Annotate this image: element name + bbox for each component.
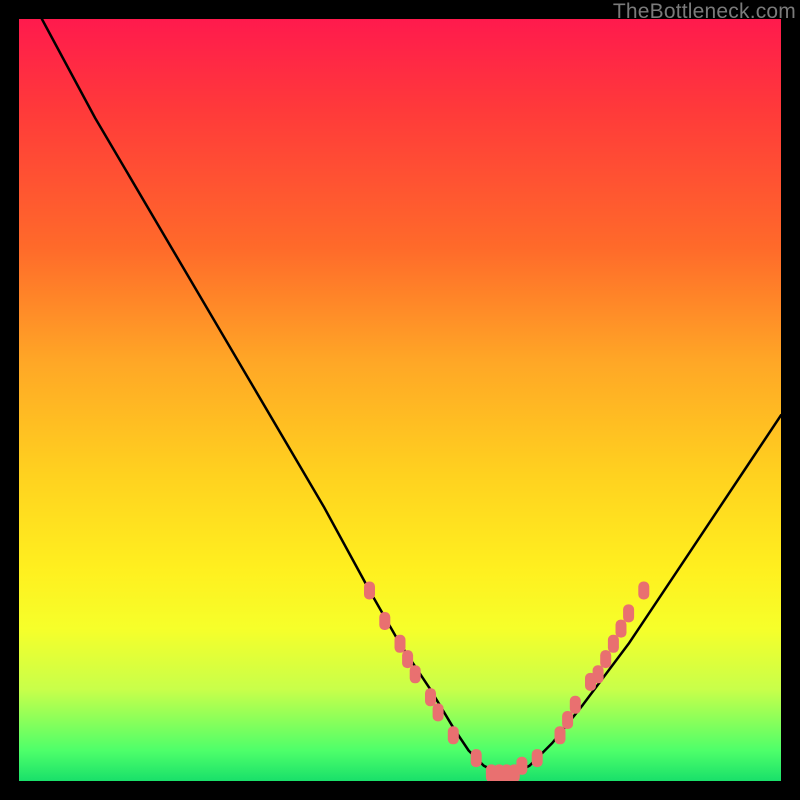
marker-point: [448, 726, 459, 744]
marker-point: [402, 650, 413, 668]
marker-point: [410, 665, 421, 683]
marker-point: [516, 757, 527, 775]
marker-point: [616, 620, 627, 638]
marker-point: [471, 749, 482, 767]
marker-point: [623, 604, 634, 622]
marker-point: [425, 688, 436, 706]
marker-point: [608, 635, 619, 653]
watermark-text: TheBottleneck.com: [613, 0, 796, 24]
marker-point: [555, 726, 566, 744]
marker-point: [532, 749, 543, 767]
plot-area: [19, 19, 781, 781]
marker-point: [562, 711, 573, 729]
marker-point: [433, 703, 444, 721]
marker-point: [395, 635, 406, 653]
marker-point: [600, 650, 611, 668]
chart-frame: TheBottleneck.com: [0, 0, 800, 800]
marker-point: [379, 612, 390, 630]
marker-point: [593, 665, 604, 683]
marker-point: [364, 582, 375, 600]
marker-point: [570, 696, 581, 714]
chart-svg: [19, 19, 781, 781]
marker-point: [638, 582, 649, 600]
